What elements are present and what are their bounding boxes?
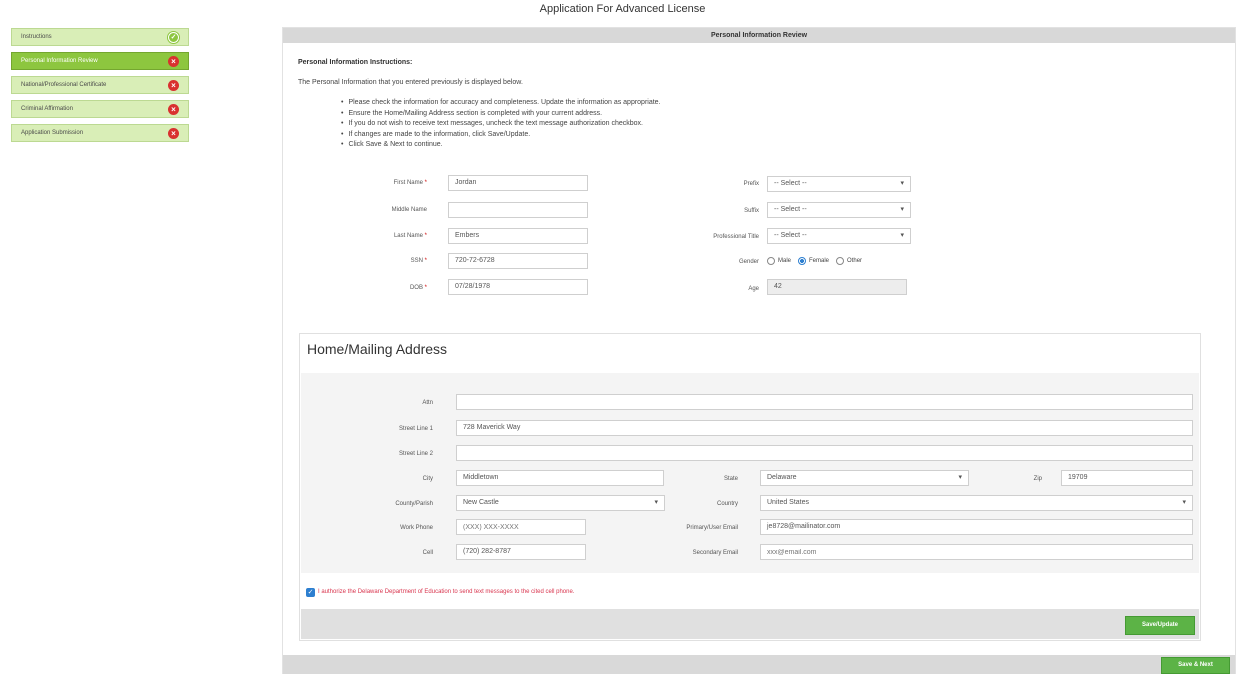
state-label: State xyxy=(723,476,738,482)
work-phone-label: Work Phone xyxy=(400,525,433,531)
sidebar-item-application-submission[interactable]: Application Submission × xyxy=(11,124,189,142)
save-next-button[interactable]: Save & Next xyxy=(1161,657,1230,674)
gender-other-radio[interactable] xyxy=(836,257,845,265)
instruction-item: Please check the information for accurac… xyxy=(341,98,660,109)
x-icon: × xyxy=(168,128,179,139)
first-name-field[interactable]: Jordan xyxy=(448,175,588,191)
x-icon: × xyxy=(168,104,179,115)
chevron-down-icon: ▾ xyxy=(900,206,904,213)
main-panel: Personal Information Review Personal Inf… xyxy=(282,27,1236,674)
section-header: Personal Information Review xyxy=(283,28,1235,43)
country-select[interactable]: United States ▾ xyxy=(760,495,1193,511)
first-name-label: First Name * xyxy=(393,180,427,186)
primary-email-field[interactable]: je8728@mailinator.com xyxy=(760,519,1193,535)
sms-consent-label: I authorize the Delaware Department of E… xyxy=(318,589,575,595)
instruction-item: If changes are made to the information, … xyxy=(341,130,661,141)
sidebar-item-label: Criminal Affirmation xyxy=(21,106,73,112)
state-select[interactable]: Delaware ▾ xyxy=(760,470,969,486)
prefix-select[interactable]: -- Select -- ▾ xyxy=(767,176,911,192)
zip-field[interactable]: 19709 xyxy=(1061,470,1193,486)
attn-field[interactable] xyxy=(456,394,1193,410)
zip-label: Zip xyxy=(1033,476,1042,482)
prefix-label: Prefix xyxy=(743,181,759,187)
sidebar-item-label: Application Submission xyxy=(21,130,84,136)
suffix-label: Suffix xyxy=(744,208,759,214)
sidebar-item-criminal-affirmation[interactable]: Criminal Affirmation × xyxy=(11,100,189,118)
instructions-text: The Personal Information that you entere… xyxy=(298,79,523,86)
work-phone-field[interactable] xyxy=(456,519,586,535)
county-select[interactable]: New Castle ▾ xyxy=(456,495,665,511)
secondary-email-label: Secondary Email xyxy=(692,550,738,556)
middle-name-label: Middle Name xyxy=(391,207,427,213)
sidebar-steps: Instructions ✓ Personal Information Revi… xyxy=(11,28,189,148)
age-label: Age xyxy=(748,286,759,292)
instruction-item: Click Save & Next to continue. xyxy=(341,140,661,151)
chevron-down-icon: ▾ xyxy=(900,232,904,239)
country-label: Country xyxy=(716,501,738,507)
ssn-field[interactable]: 720-72-6728 xyxy=(448,253,588,269)
street2-field[interactable] xyxy=(456,445,1193,461)
cell-field[interactable]: (720) 282-8787 xyxy=(456,544,586,560)
sidebar-item-label: Instructions xyxy=(21,34,52,40)
x-icon: × xyxy=(168,56,179,67)
primary-email-label: Primary/User Email xyxy=(686,525,738,531)
x-icon: × xyxy=(168,80,179,91)
page-title: Application For Advanced License xyxy=(539,3,706,15)
chevron-down-icon: ▾ xyxy=(654,499,658,506)
professional-title-label: Professional Title xyxy=(713,234,759,240)
gender-radio-group: Male Female Other xyxy=(767,254,869,268)
sidebar-item-label: Personal Information Review xyxy=(21,58,98,64)
address-legend: Home/Mailing Address xyxy=(307,341,448,357)
dob-field[interactable]: 07/28/1978 xyxy=(448,279,588,295)
chevron-down-icon: ▾ xyxy=(958,474,962,481)
form-footer-bar xyxy=(283,655,1235,674)
gender-label: Gender xyxy=(738,259,759,265)
gender-female-radio[interactable] xyxy=(798,257,807,265)
address-footer xyxy=(301,609,1199,639)
sidebar-item-personal-information-review[interactable]: Personal Information Review × xyxy=(11,52,189,70)
street2-label: Street Line 2 xyxy=(398,451,433,457)
secondary-email-field[interactable] xyxy=(760,544,1193,560)
check-icon: ✓ xyxy=(168,32,179,43)
professional-title-select[interactable]: -- Select -- ▾ xyxy=(767,228,911,244)
street1-label: Street Line 1 xyxy=(398,426,433,432)
middle-name-field[interactable] xyxy=(448,202,588,218)
city-field[interactable]: Middletown xyxy=(456,470,664,486)
instruction-item: Ensure the Home/Mailing Address section … xyxy=(341,109,661,120)
attn-label: Attn xyxy=(422,400,433,406)
save-update-button[interactable]: Save/Update xyxy=(1125,616,1195,635)
sms-consent-checkbox[interactable]: ✓ xyxy=(306,588,315,597)
chevron-down-icon: ▾ xyxy=(1182,499,1186,506)
dob-label: DOB * xyxy=(409,285,427,291)
chevron-down-icon: ▾ xyxy=(900,180,904,187)
suffix-select[interactable]: -- Select -- ▾ xyxy=(767,202,911,218)
age-field: 42 xyxy=(767,279,907,295)
last-name-field[interactable]: Embers xyxy=(448,228,588,244)
instructions-list: Please check the information for accurac… xyxy=(341,98,661,151)
sidebar-item-instructions[interactable]: Instructions ✓ xyxy=(11,28,189,46)
street1-field[interactable]: 728 Maverick Way xyxy=(456,420,1193,436)
instruction-item: If you do not wish to receive text messa… xyxy=(341,119,661,130)
city-label: City xyxy=(422,476,433,482)
sidebar-item-certificate[interactable]: National/Professional Certificate × xyxy=(11,76,189,94)
sidebar-item-label: National/Professional Certificate xyxy=(21,82,107,88)
ssn-label: SSN * xyxy=(410,258,427,264)
last-name-label: Last Name * xyxy=(393,233,427,239)
cell-label: Cell xyxy=(422,550,433,556)
instructions-title: Personal Information Instructions: xyxy=(298,59,413,66)
county-label: County/Parish xyxy=(395,501,433,507)
gender-male-radio[interactable] xyxy=(767,257,775,265)
